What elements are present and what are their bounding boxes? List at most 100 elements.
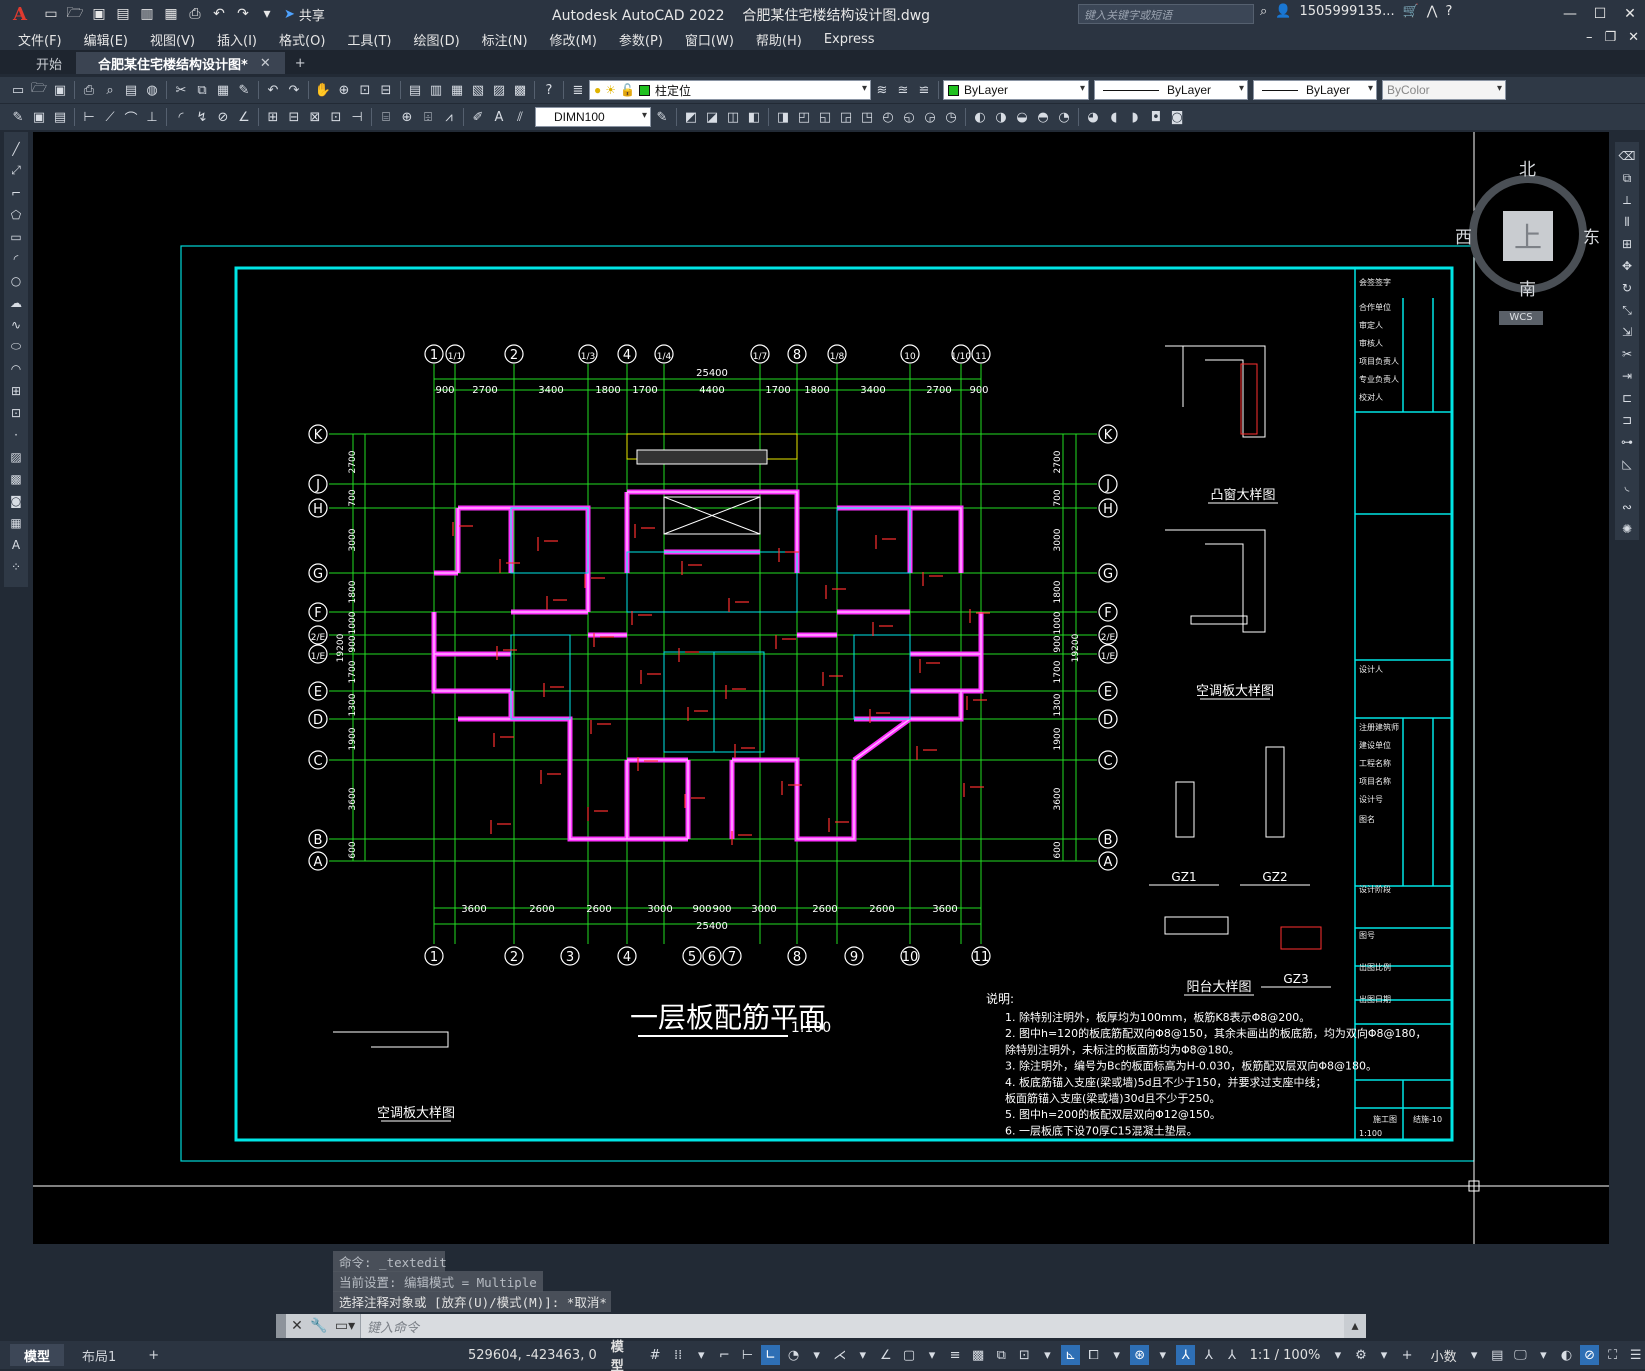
- color-combo[interactable]: ByLayer ▾: [943, 80, 1089, 100]
- tab-layout1[interactable]: 布局1: [68, 1344, 130, 1366]
- minimize-button[interactable]: —: [1555, 0, 1585, 28]
- insert-block-icon[interactable]: ⊞: [6, 380, 26, 401]
- ordinate-dim-icon[interactable]: ⊥: [142, 107, 162, 127]
- construction-line-icon[interactable]: ⤢: [6, 160, 26, 181]
- model-space-toggle[interactable]: 模型: [611, 1336, 636, 1371]
- hardware-acceleration-icon[interactable]: ⊘: [1580, 1345, 1600, 1365]
- dynamic-input-icon[interactable]: ⊢: [738, 1345, 757, 1365]
- save-icon[interactable]: ▣: [88, 3, 110, 25]
- menu-tools[interactable]: 工具(T): [347, 30, 391, 49]
- annotation-scale-icon[interactable]: ⅄: [1223, 1345, 1242, 1365]
- stretch-icon[interactable]: ⇲: [1617, 322, 1637, 343]
- zoom-previous-icon[interactable]: ⊟: [376, 80, 396, 100]
- gizmo-dropdown-icon[interactable]: ▾: [1153, 1345, 1172, 1365]
- tab-drawing[interactable]: 合肥某住宅楼结构设计图* ✕: [76, 52, 285, 74]
- gizmo-icon[interactable]: ⊛: [1130, 1345, 1150, 1365]
- layer-properties-icon[interactable]: ≣: [568, 80, 588, 100]
- rectangle-icon[interactable]: ▭: [6, 226, 26, 247]
- grid-icon[interactable]: #: [646, 1345, 665, 1365]
- modify-19-icon[interactable]: ◕: [1083, 107, 1103, 127]
- polygon-icon[interactable]: ⬠: [6, 204, 26, 225]
- application-menu-button[interactable]: A: [0, 0, 40, 28]
- arc-icon[interactable]: ◜: [6, 248, 26, 269]
- center-mark-icon[interactable]: ⊕: [397, 107, 417, 127]
- web-save-icon[interactable]: ▦: [160, 3, 182, 25]
- autodesk-app-icon[interactable]: ⋀: [1427, 4, 1438, 19]
- search-icon[interactable]: ⌕: [1260, 4, 1267, 19]
- recent-commands-icon[interactable]: ▭▾: [330, 1318, 360, 1334]
- units-value[interactable]: 小数: [1431, 1346, 1457, 1365]
- web-open-icon[interactable]: ▥: [136, 3, 158, 25]
- modify-5-icon[interactable]: ◨: [773, 107, 793, 127]
- save-icon[interactable]: ▣: [50, 80, 70, 100]
- new-icon[interactable]: ▭: [40, 3, 62, 25]
- menu-modify[interactable]: 修改(M): [550, 30, 597, 49]
- viewcube-top-face[interactable]: 上: [1503, 211, 1553, 261]
- modify-1-icon[interactable]: ◩: [681, 107, 701, 127]
- spline-icon[interactable]: ∿: [6, 314, 26, 335]
- add-layout-button[interactable]: +: [134, 1344, 173, 1366]
- quick-dim-icon[interactable]: ⊞: [263, 107, 283, 127]
- doc-minimize-button[interactable]: –: [1586, 30, 1593, 45]
- snap-icon[interactable]: ⁞⁞: [669, 1345, 688, 1365]
- quick-properties-icon[interactable]: ▤: [1488, 1345, 1507, 1365]
- close-tab-icon[interactable]: ✕: [260, 56, 271, 71]
- markup-icon[interactable]: ▨: [489, 80, 509, 100]
- selection-cycling-icon[interactable]: ⧉: [992, 1345, 1011, 1365]
- quickcalc-icon[interactable]: ▩: [510, 80, 530, 100]
- join-icon[interactable]: ⊶: [1617, 431, 1637, 452]
- user-icon[interactable]: 👤: [1275, 4, 1291, 19]
- dimstyle-combo[interactable]: DIMN100 ▾: [535, 107, 651, 127]
- continue-dim-icon[interactable]: ⊠: [305, 107, 325, 127]
- dim-break-icon[interactable]: ⊣: [347, 107, 367, 127]
- pan-icon[interactable]: ✋: [313, 80, 333, 100]
- trim-icon[interactable]: ✂: [1617, 343, 1637, 364]
- customize-command-icon[interactable]: 🔧: [308, 1318, 330, 1334]
- workspace-dropdown-icon[interactable]: ▾: [1374, 1345, 1393, 1365]
- erase-icon[interactable]: ⌫: [1617, 146, 1637, 167]
- copy-object-icon[interactable]: ⧉: [1617, 168, 1637, 189]
- auto-scale-icon[interactable]: ⅄: [1199, 1345, 1218, 1365]
- help-icon[interactable]: ?: [539, 80, 559, 100]
- coordinates-readout[interactable]: 529604, -423463, 0: [468, 1348, 597, 1363]
- dim-oblique-icon[interactable]: ⫽: [510, 107, 530, 127]
- polar-icon[interactable]: ◔: [784, 1345, 803, 1365]
- circle-icon[interactable]: ○: [6, 270, 26, 291]
- viewcube[interactable]: 北 南 西 东 上 WCS: [1455, 155, 1600, 325]
- break-at-point-icon[interactable]: ⊏: [1617, 387, 1637, 408]
- selection-filter-icon[interactable]: ⧠: [1084, 1345, 1103, 1365]
- array-icon[interactable]: ⊞: [1617, 234, 1637, 255]
- share-button[interactable]: ➤ 共享: [284, 5, 325, 24]
- add-selected-icon[interactable]: ⁘: [6, 556, 26, 577]
- menu-edit[interactable]: 编辑(E): [84, 30, 128, 49]
- modify-11-icon[interactable]: ◵: [899, 107, 919, 127]
- user-account[interactable]: 1505999135...: [1299, 4, 1394, 19]
- fillet-icon[interactable]: ◟: [1617, 475, 1637, 496]
- zoom-realtime-icon[interactable]: ⊕: [334, 80, 354, 100]
- cart-icon[interactable]: 🛒: [1403, 4, 1419, 19]
- modify-13-icon[interactable]: ◷: [941, 107, 961, 127]
- rotate-icon[interactable]: ↻: [1617, 278, 1637, 299]
- units-dropdown-icon[interactable]: ▾: [1465, 1345, 1484, 1365]
- modify-18-icon[interactable]: ◔: [1054, 107, 1074, 127]
- drawing-canvas[interactable]: 1 1/1 2 1/3 4 1/4 1/7 8 1/8 10 1/10 11 1 2 3 4 5 6 7 8 9 10 11…: [33, 132, 1609, 1244]
- polyline-icon[interactable]: ⌐: [6, 182, 26, 203]
- redo-icon[interactable]: ↷: [232, 3, 254, 25]
- preview-icon[interactable]: ⌕: [100, 80, 120, 100]
- wcs-menu[interactable]: WCS: [1499, 311, 1543, 325]
- infer-constraints-icon[interactable]: ⌐: [715, 1345, 734, 1365]
- properties-icon[interactable]: ▤: [405, 80, 425, 100]
- help-icon[interactable]: ?: [1445, 4, 1452, 19]
- tolerance-icon[interactable]: ⌸: [376, 107, 396, 127]
- modify-6-icon[interactable]: ◰: [794, 107, 814, 127]
- lineweight-icon[interactable]: ≡: [946, 1345, 965, 1365]
- modify-22-icon[interactable]: ◘: [1146, 107, 1166, 127]
- 3d-osnap-icon[interactable]: ⊡: [1015, 1345, 1034, 1365]
- annoscale-dropdown-icon[interactable]: ▾: [1328, 1345, 1347, 1365]
- transparency-icon[interactable]: ▩: [969, 1345, 988, 1365]
- lineweight-combo[interactable]: ByLayer ▾: [1253, 80, 1377, 100]
- modify-15-icon[interactable]: ◑: [991, 107, 1011, 127]
- extend-icon[interactable]: ⇥: [1617, 365, 1637, 386]
- designcenter-icon[interactable]: ▥: [426, 80, 446, 100]
- menu-express[interactable]: Express: [824, 32, 875, 47]
